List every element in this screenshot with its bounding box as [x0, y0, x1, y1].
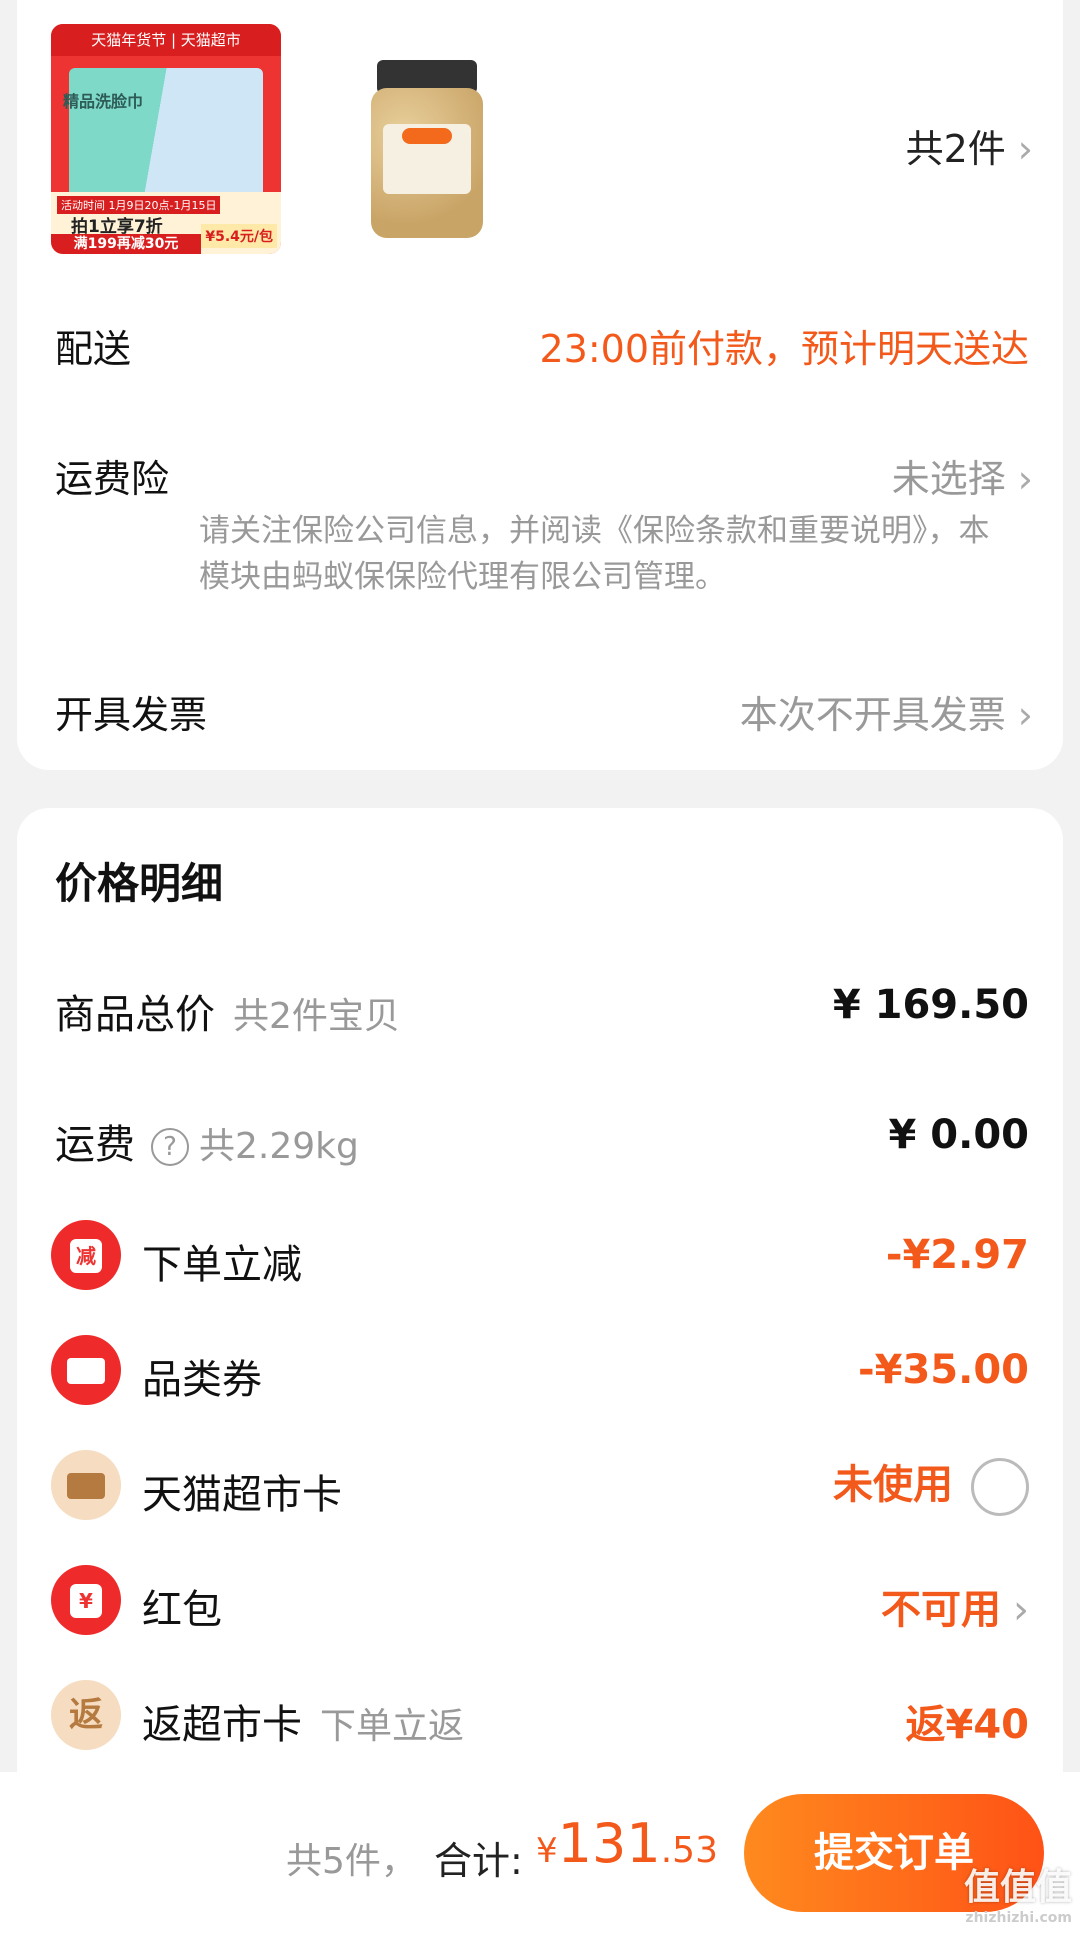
cashback-value: 返¥40	[905, 1702, 1030, 1748]
invoice-label: 开具发票	[55, 693, 208, 737]
wallet-card-icon	[51, 1450, 121, 1520]
help-question-icon[interactable]: ?	[151, 1128, 189, 1166]
shipping-insurance-label: 运费险	[55, 457, 170, 501]
checkout-bar: 共5件， 合计: ¥131.53 提交订单 值值值 zhizhizhi.com	[0, 1772, 1080, 1934]
instant-discount-row: 减 下单立减 -¥2.97	[17, 1218, 1063, 1298]
total-label: 合计:	[434, 1839, 523, 1883]
market-card-label: 天猫超市卡	[142, 1472, 342, 1518]
delivery-label: 配送	[55, 327, 132, 371]
shipping-insurance-selector[interactable]: 未选择 ›	[892, 448, 1033, 503]
goods-total-row: 商品总价 共2件宝贝 ¥ 169.50	[17, 968, 1063, 1048]
instant-discount-label: 下单立减	[142, 1242, 302, 1288]
item-count-text: 共2件	[905, 127, 1006, 171]
discount-icon: 减	[51, 1220, 121, 1290]
total-item-count: 共5件，	[286, 1841, 417, 1882]
goods-total-sub: 共2件宝贝	[233, 996, 400, 1037]
total-amount: ¥131.53	[536, 1812, 718, 1875]
red-packet-icon: ¥	[51, 1565, 121, 1635]
category-coupon-row[interactable]: 品类券 -¥35.00	[17, 1333, 1063, 1413]
insurance-note: 请关注保险公司信息，并阅读《保险条款和重要说明》，本模块由蚂蚁保保险代理有限公司…	[199, 513, 990, 595]
market-card-value: 未使用	[833, 1462, 953, 1508]
pack-text: 精品洗脸巾	[63, 92, 144, 111]
cashback-row: 返 返超市卡 下单立返 返¥40	[17, 1678, 1063, 1758]
jar-brand-logo	[402, 128, 452, 144]
coupon-ticket-icon	[51, 1335, 121, 1405]
shipping-fee-row: 运费? 共2.29kg ¥ 0.00	[17, 1098, 1063, 1178]
red-packet-row[interactable]: ¥ 红包 不可用 ›	[17, 1563, 1063, 1643]
goods-total-value: ¥ 169.50	[832, 982, 1029, 1028]
invoice-selector[interactable]: 本次不开具发票 ›	[740, 684, 1033, 739]
shipping-fee-label: 运费	[55, 1122, 135, 1168]
site-watermark: 值值值 zhizhizhi.com	[963, 1867, 1072, 1926]
instant-discount-value: -¥2.97	[885, 1232, 1029, 1278]
promo-strip: 活动时间 1月9日20点-1月15日 拍1立享7折 满199再减30元 ¥5.4…	[51, 192, 281, 254]
cashback-label: 返超市卡	[142, 1702, 302, 1748]
category-coupon-label: 品类券	[142, 1357, 262, 1403]
shipping-fee-value: ¥ 0.00	[888, 1112, 1029, 1158]
price-detail-title: 价格明细	[55, 859, 224, 908]
chevron-right-icon: ›	[1017, 457, 1033, 501]
shipping-weight: 共2.29kg	[199, 1126, 359, 1167]
invoice-value: 本次不开具发票	[739, 693, 1006, 737]
thumb-top-banner: 天猫年货节 | 天猫超市	[51, 24, 281, 56]
category-coupon-value: -¥35.00	[858, 1347, 1029, 1393]
market-card-radio[interactable]	[971, 1458, 1029, 1516]
jar-label	[383, 124, 471, 194]
item-count-link[interactable]: 共2件 ›	[906, 118, 1033, 173]
chevron-right-icon: ›	[1013, 1587, 1029, 1633]
order-info-card: 天猫年货节 | 天猫超市 精品洗脸巾 活动时间 1月9日20点-1月15日 拍1…	[17, 0, 1063, 770]
cashback-sub: 下单立返	[320, 1706, 465, 1747]
cashback-icon: 返	[51, 1680, 121, 1750]
red-packet-value: 不可用	[881, 1587, 1001, 1633]
chevron-right-icon: ›	[1017, 127, 1033, 171]
product-thumbnail-nuts-jar[interactable]	[311, 24, 541, 254]
shipping-insurance-value: 未选择	[891, 457, 1006, 501]
promo-price: ¥5.4元/包	[201, 224, 277, 248]
delivery-value: 23:00前付款，预计明天送达	[539, 327, 1029, 371]
product-thumbnail-face-towel[interactable]: 天猫年货节 | 天猫超市 精品洗脸巾 活动时间 1月9日20点-1月15日 拍1…	[51, 24, 281, 254]
goods-total-label: 商品总价	[55, 992, 215, 1038]
promo-bottom: 满199再减30元	[51, 234, 201, 254]
price-detail-card: 价格明细 商品总价 共2件宝贝 ¥ 169.50 运费? 共2.29kg ¥ 0.0…	[17, 808, 1063, 1808]
market-card-row[interactable]: 天猫超市卡 未使用	[17, 1448, 1063, 1528]
chevron-right-icon: ›	[1017, 693, 1033, 737]
red-packet-label: 红包	[142, 1587, 222, 1633]
